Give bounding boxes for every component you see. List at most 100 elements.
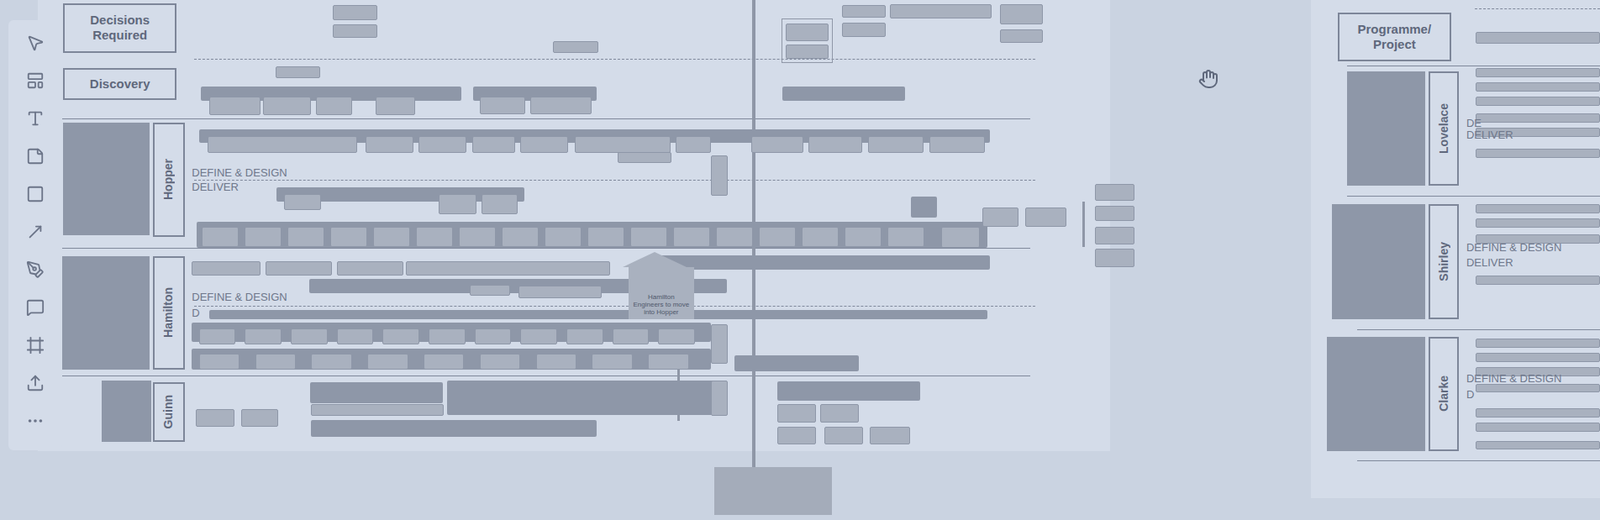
roadmap-bar[interactable] xyxy=(290,328,328,345)
roadmap-bar[interactable] xyxy=(1094,248,1135,268)
roadmap-bar[interactable] xyxy=(782,86,906,101)
roadmap-bar[interactable] xyxy=(479,96,527,115)
roadmap-bar[interactable] xyxy=(423,353,465,369)
roadmap-bar[interactable] xyxy=(1475,338,1600,348)
roadmap-bar[interactable] xyxy=(587,226,625,248)
roadmap-bar[interactable] xyxy=(673,226,711,248)
roadmap-bar[interactable] xyxy=(428,328,466,345)
roadmap-bar[interactable] xyxy=(715,226,753,248)
roadmap-bar[interactable] xyxy=(1025,207,1067,227)
roadmap-bar[interactable] xyxy=(275,66,321,79)
roadmap-bar[interactable] xyxy=(842,5,886,18)
roadmap-bar[interactable] xyxy=(820,404,859,423)
tool-button[interactable] xyxy=(23,334,48,357)
roadmap-bar[interactable] xyxy=(844,226,882,248)
roadmap-bar[interactable] xyxy=(785,44,829,59)
roadmap-bar[interactable] xyxy=(1475,422,1600,432)
roadmap-bar[interactable] xyxy=(315,96,353,116)
roadmap-bar[interactable] xyxy=(869,426,911,446)
tool-button[interactable] xyxy=(23,107,48,130)
roadmap-bar[interactable] xyxy=(1475,31,1600,45)
callout[interactable]: Hamilton Engineers to move into Hopper xyxy=(628,267,695,320)
roadmap-bar[interactable] xyxy=(591,353,633,369)
roadmap-bar[interactable] xyxy=(1094,205,1135,222)
roadmap-bar[interactable] xyxy=(657,328,695,345)
roadmap-bar[interactable] xyxy=(191,261,260,276)
roadmap-bar[interactable] xyxy=(647,353,690,369)
roadmap-bar[interactable] xyxy=(910,196,937,217)
roadmap-bar[interactable] xyxy=(552,41,598,54)
roadmap-bar[interactable] xyxy=(501,226,539,248)
roadmap-bar[interactable] xyxy=(375,96,416,116)
roadmap-bar[interactable] xyxy=(1475,384,1600,394)
roadmap-bar[interactable] xyxy=(808,136,863,154)
roadmap-bar[interactable] xyxy=(574,136,671,154)
roadmap-bar[interactable] xyxy=(1094,184,1135,202)
roadmap-bar[interactable] xyxy=(195,409,235,427)
roadmap-bar[interactable] xyxy=(617,152,672,164)
roadmap-bar[interactable] xyxy=(284,194,322,211)
roadmap-bar[interactable] xyxy=(201,226,239,248)
roadmap-bar[interactable] xyxy=(479,353,522,369)
roadmap-bar[interactable] xyxy=(244,328,282,345)
roadmap-bar[interactable] xyxy=(310,353,353,369)
roadmap-bar[interactable] xyxy=(1475,218,1600,228)
roadmap-bar[interactable] xyxy=(447,380,727,416)
roadmap-bar[interactable] xyxy=(868,136,924,154)
roadmap-bar[interactable] xyxy=(941,226,980,249)
roadmap-bar[interactable] xyxy=(415,226,453,248)
roadmap-bar[interactable] xyxy=(209,96,261,116)
roadmap-bar[interactable] xyxy=(332,24,378,38)
tool-button[interactable] xyxy=(23,296,48,319)
roadmap-bar[interactable] xyxy=(244,226,282,248)
roadmap-bar[interactable] xyxy=(734,355,859,372)
roadmap-bar[interactable] xyxy=(536,353,578,369)
roadmap-bar[interactable] xyxy=(630,226,668,248)
roadmap-bar[interactable] xyxy=(336,261,404,276)
roadmap-bar[interactable] xyxy=(310,404,444,417)
roadmap-bar[interactable] xyxy=(1475,408,1600,418)
roadmap-bar[interactable] xyxy=(518,285,603,299)
roadmap-bar[interactable] xyxy=(710,155,727,197)
roadmap-bar[interactable] xyxy=(612,328,650,345)
roadmap-bar[interactable] xyxy=(675,136,712,154)
roadmap-bar[interactable] xyxy=(710,380,727,417)
roadmap-bar[interactable] xyxy=(801,226,839,248)
roadmap-bar[interactable] xyxy=(310,382,443,403)
roadmap-bar[interactable] xyxy=(648,255,990,270)
roadmap-bar[interactable] xyxy=(287,226,325,248)
roadmap-bar[interactable] xyxy=(1475,148,1600,158)
roadmap-bar[interactable] xyxy=(332,5,378,21)
roadmap-bar[interactable] xyxy=(241,409,279,427)
roadmap-bar[interactable] xyxy=(373,226,411,248)
tool-button[interactable] xyxy=(23,410,48,432)
roadmap-bar[interactable] xyxy=(777,381,921,401)
roadmap-bar[interactable] xyxy=(1094,226,1135,246)
roadmap-bar[interactable] xyxy=(1475,204,1600,214)
roadmap-bar[interactable] xyxy=(1475,113,1600,123)
roadmap-bar[interactable] xyxy=(1475,82,1600,92)
tool-button[interactable] xyxy=(23,183,48,206)
roadmap-bar[interactable] xyxy=(842,22,886,37)
roadmap-bar[interactable] xyxy=(474,328,512,345)
whiteboard-canvas[interactable]: Hamilton Engineers to move into HopperDe… xyxy=(0,0,1600,520)
roadmap-bar[interactable] xyxy=(418,136,467,154)
roadmap-bar[interactable] xyxy=(330,226,368,248)
roadmap-bar[interactable] xyxy=(777,426,816,446)
tool-button[interactable] xyxy=(23,258,48,281)
roadmap-bar[interactable] xyxy=(1475,352,1600,363)
roadmap-bar[interactable] xyxy=(544,226,582,248)
roadmap-bar[interactable] xyxy=(530,96,592,115)
tool-button[interactable] xyxy=(23,69,48,92)
roadmap-bar[interactable] xyxy=(263,96,311,116)
roadmap-bar[interactable] xyxy=(209,310,989,320)
roadmap-bar[interactable] xyxy=(520,136,569,154)
tool-button[interactable] xyxy=(23,221,48,243)
roadmap-bar[interactable] xyxy=(785,23,829,42)
roadmap-bar[interactable] xyxy=(481,194,518,215)
tool-button[interactable] xyxy=(23,145,48,168)
roadmap-bar[interactable] xyxy=(824,426,864,446)
roadmap-bar[interactable] xyxy=(458,226,496,248)
roadmap-bar[interactable] xyxy=(1000,4,1043,25)
roadmap-bar[interactable] xyxy=(777,404,816,423)
